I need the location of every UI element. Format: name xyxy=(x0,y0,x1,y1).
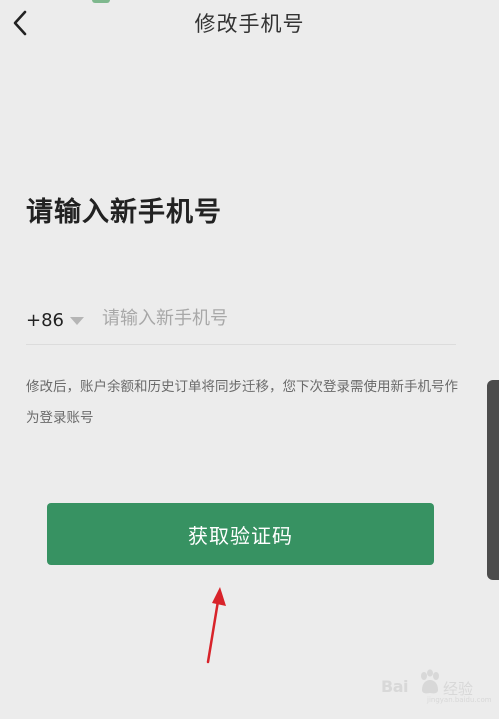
form-heading: 请输入新手机号 xyxy=(26,197,222,228)
scrollbar[interactable] xyxy=(487,380,499,580)
country-code[interactable]: +86 xyxy=(26,310,64,331)
get-verification-code-button[interactable]: 获取验证码 xyxy=(47,503,434,565)
watermark-brand: Bai xyxy=(381,677,408,696)
phone-number-input[interactable] xyxy=(102,300,432,336)
migration-notice: 修改后，账户余额和历史订单将同步迁移，您下次登录需使用新手机号作为登录账号 xyxy=(26,379,458,426)
baidu-paw-icon xyxy=(421,669,439,694)
baidu-jingyan-watermark: Bai 经验 jingyan.baidu.com xyxy=(381,665,492,705)
red-arrow-up-icon xyxy=(206,587,226,664)
phone-input-row: +86 xyxy=(26,300,456,345)
country-code-dropdown[interactable] xyxy=(66,310,88,332)
watermark-url: jingyan.baidu.com xyxy=(427,696,492,704)
caret-down-icon xyxy=(70,317,84,325)
nav-bar: 修改手机号 xyxy=(0,0,499,46)
page-title: 修改手机号 xyxy=(194,12,305,36)
